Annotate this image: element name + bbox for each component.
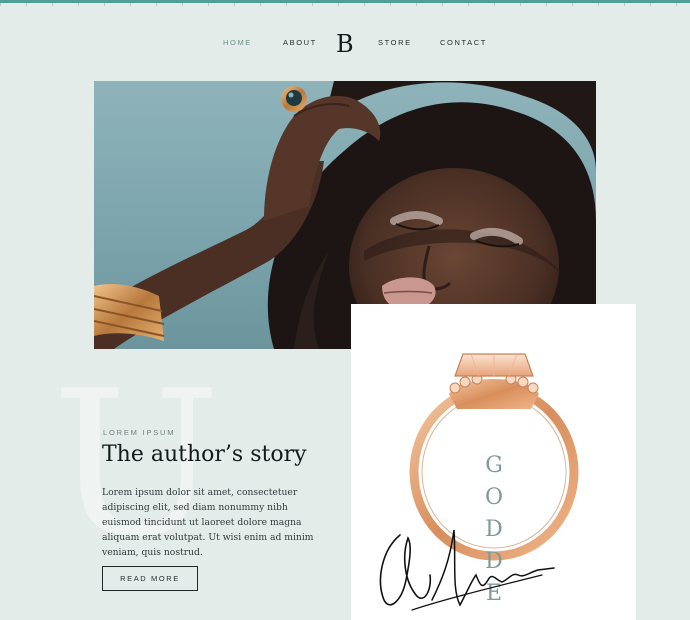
- nav-store[interactable]: STORE: [378, 38, 412, 47]
- nav-contact[interactable]: CONTACT: [440, 38, 487, 47]
- read-more-button[interactable]: READ MORE: [102, 566, 198, 591]
- story-title: The author’s story: [102, 442, 307, 467]
- main-nav: HOME ABOUT B STORE CONTACT: [0, 30, 690, 58]
- nav-about[interactable]: ABOUT: [283, 38, 317, 47]
- nav-home[interactable]: HOME: [223, 38, 252, 47]
- story-body: Lorem ipsum dolor sit amet, consectetuer…: [102, 487, 314, 558]
- site-logo[interactable]: B: [336, 30, 354, 58]
- story-eyebrow: LOREM IPSUM: [103, 428, 176, 437]
- signature-icon: [379, 529, 555, 611]
- top-accent-pattern: [0, 3, 690, 6]
